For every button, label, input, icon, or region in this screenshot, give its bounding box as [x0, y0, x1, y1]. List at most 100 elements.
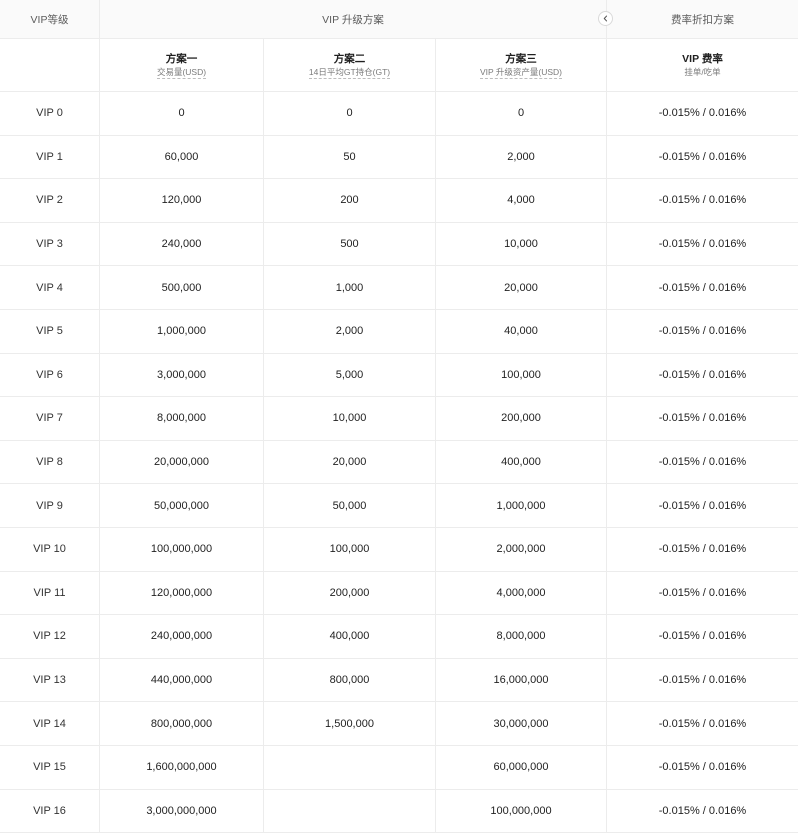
table-body: VIP 0000-0.015% / 0.016%VIP 160,000502,0…	[0, 92, 798, 833]
vip-fee-table: VIP等级 VIP 升级方案 费率折扣方案 方案一 交易量(USD) 方案二 1…	[0, 0, 798, 833]
plan2-cell: 100,000	[264, 528, 436, 571]
plan1-cell: 500,000	[100, 266, 264, 309]
vip-level-cell: VIP 4	[0, 266, 100, 309]
vip-level-cell: VIP 1	[0, 136, 100, 179]
plan1-cell: 3,000,000	[100, 354, 264, 397]
plan3-cell: 4,000,000	[436, 572, 607, 615]
plan3-header: 方案三 VIP 升级资产量(USD)	[436, 39, 607, 91]
fee-cell: -0.015% / 0.016%	[607, 746, 798, 789]
table-row: VIP 163,000,000,000100,000,000-0.015% / …	[0, 790, 798, 833]
fee-cell: -0.015% / 0.016%	[607, 223, 798, 266]
plan1-header: 方案一 交易量(USD)	[100, 39, 264, 91]
fee-subtitle: 挂单/吃单	[684, 66, 720, 78]
plan2-cell: 5,000	[264, 354, 436, 397]
chevron-left-icon	[602, 15, 609, 22]
fee-cell: -0.015% / 0.016%	[607, 659, 798, 702]
table-row: VIP 820,000,00020,000400,000-0.015% / 0.…	[0, 441, 798, 485]
plan1-cell: 800,000,000	[100, 702, 264, 745]
vip-level-cell: VIP 12	[0, 615, 100, 658]
plan3-cell: 100,000,000	[436, 790, 607, 833]
plan1-cell: 120,000	[100, 179, 264, 222]
table-row: VIP 151,600,000,00060,000,000-0.015% / 0…	[0, 746, 798, 790]
vip-level-cell: VIP 6	[0, 354, 100, 397]
table-row: VIP 11120,000,000200,0004,000,000-0.015%…	[0, 572, 798, 616]
plan1-cell: 1,600,000,000	[100, 746, 264, 789]
table-row: VIP 13440,000,000800,00016,000,000-0.015…	[0, 659, 798, 703]
plan2-header: 方案二 14日平均GT持仓(GT)	[264, 39, 436, 91]
plan2-cell: 1,500,000	[264, 702, 436, 745]
vip-level-cell: VIP 5	[0, 310, 100, 353]
fee-cell: -0.015% / 0.016%	[607, 528, 798, 571]
fee-title: VIP 费率	[682, 52, 723, 66]
plan2-title: 方案二	[334, 52, 366, 66]
plan2-cell: 50	[264, 136, 436, 179]
fee-cell: -0.015% / 0.016%	[607, 615, 798, 658]
plan2-cell: 200	[264, 179, 436, 222]
plan3-cell: 100,000	[436, 354, 607, 397]
plan1-title: 方案一	[166, 52, 198, 66]
plan2-cell: 400,000	[264, 615, 436, 658]
plan3-cell: 0	[436, 92, 607, 135]
table-row: VIP 950,000,00050,0001,000,000-0.015% / …	[0, 484, 798, 528]
plan3-cell: 10,000	[436, 223, 607, 266]
table-row: VIP 2120,0002004,000-0.015% / 0.016%	[0, 179, 798, 223]
fee-cell: -0.015% / 0.016%	[607, 572, 798, 615]
table-row: VIP 78,000,00010,000200,000-0.015% / 0.0…	[0, 397, 798, 441]
plan1-cell: 240,000,000	[100, 615, 264, 658]
plan1-subtitle[interactable]: 交易量(USD)	[157, 66, 206, 79]
table-row: VIP 63,000,0005,000100,000-0.015% / 0.01…	[0, 354, 798, 398]
plan1-cell: 0	[100, 92, 264, 135]
plan2-cell: 0	[264, 92, 436, 135]
table-row: VIP 12240,000,000400,0008,000,000-0.015%…	[0, 615, 798, 659]
plan1-cell: 3,000,000,000	[100, 790, 264, 833]
fee-cell: -0.015% / 0.016%	[607, 266, 798, 309]
table-row: VIP 160,000502,000-0.015% / 0.016%	[0, 136, 798, 180]
fee-discount-label: 费率折扣方案	[671, 12, 734, 27]
collapse-button[interactable]	[598, 11, 613, 26]
fee-cell: -0.015% / 0.016%	[607, 179, 798, 222]
fee-discount-header: 费率折扣方案	[607, 0, 798, 38]
plan3-cell: 2,000,000	[436, 528, 607, 571]
vip-level-cell: VIP 14	[0, 702, 100, 745]
vip-level-cell: VIP 16	[0, 790, 100, 833]
plan2-cell	[264, 746, 436, 789]
fee-header: VIP 费率 挂单/吃单	[607, 39, 798, 91]
vip-level-cell: VIP 15	[0, 746, 100, 789]
plan1-cell: 8,000,000	[100, 397, 264, 440]
plan3-cell: 4,000	[436, 179, 607, 222]
plan2-cell: 10,000	[264, 397, 436, 440]
table-subheader-row: 方案一 交易量(USD) 方案二 14日平均GT持仓(GT) 方案三 VIP 升…	[0, 39, 798, 92]
vip-level-cell: VIP 13	[0, 659, 100, 702]
plan2-cell: 500	[264, 223, 436, 266]
table-row: VIP 14800,000,0001,500,00030,000,000-0.0…	[0, 702, 798, 746]
plan2-subtitle[interactable]: 14日平均GT持仓(GT)	[309, 66, 390, 79]
plan2-cell: 200,000	[264, 572, 436, 615]
plan3-cell: 1,000,000	[436, 484, 607, 527]
table-row: VIP 51,000,0002,00040,000-0.015% / 0.016…	[0, 310, 798, 354]
plan3-cell: 30,000,000	[436, 702, 607, 745]
plan1-cell: 240,000	[100, 223, 264, 266]
vip-level-cell: VIP 3	[0, 223, 100, 266]
vip-level-cell: VIP 7	[0, 397, 100, 440]
fee-cell: -0.015% / 0.016%	[607, 92, 798, 135]
plan3-cell: 8,000,000	[436, 615, 607, 658]
plan3-subtitle[interactable]: VIP 升级资产量(USD)	[480, 66, 562, 79]
plan3-cell: 400,000	[436, 441, 607, 484]
plan3-cell: 200,000	[436, 397, 607, 440]
fee-cell: -0.015% / 0.016%	[607, 397, 798, 440]
vip-level-cell: VIP 9	[0, 484, 100, 527]
plan1-cell: 100,000,000	[100, 528, 264, 571]
vip-level-cell: VIP 11	[0, 572, 100, 615]
empty-subheader	[0, 39, 100, 91]
plan3-cell: 40,000	[436, 310, 607, 353]
plan2-cell: 1,000	[264, 266, 436, 309]
vip-level-header: VIP等级	[0, 0, 100, 38]
plan1-cell: 1,000,000	[100, 310, 264, 353]
table-header-row: VIP等级 VIP 升级方案 费率折扣方案	[0, 0, 798, 39]
table-row: VIP 10100,000,000100,0002,000,000-0.015%…	[0, 528, 798, 572]
vip-level-cell: VIP 8	[0, 441, 100, 484]
plan3-cell: 2,000	[436, 136, 607, 179]
fee-cell: -0.015% / 0.016%	[607, 702, 798, 745]
plan1-cell: 60,000	[100, 136, 264, 179]
plan2-cell	[264, 790, 436, 833]
